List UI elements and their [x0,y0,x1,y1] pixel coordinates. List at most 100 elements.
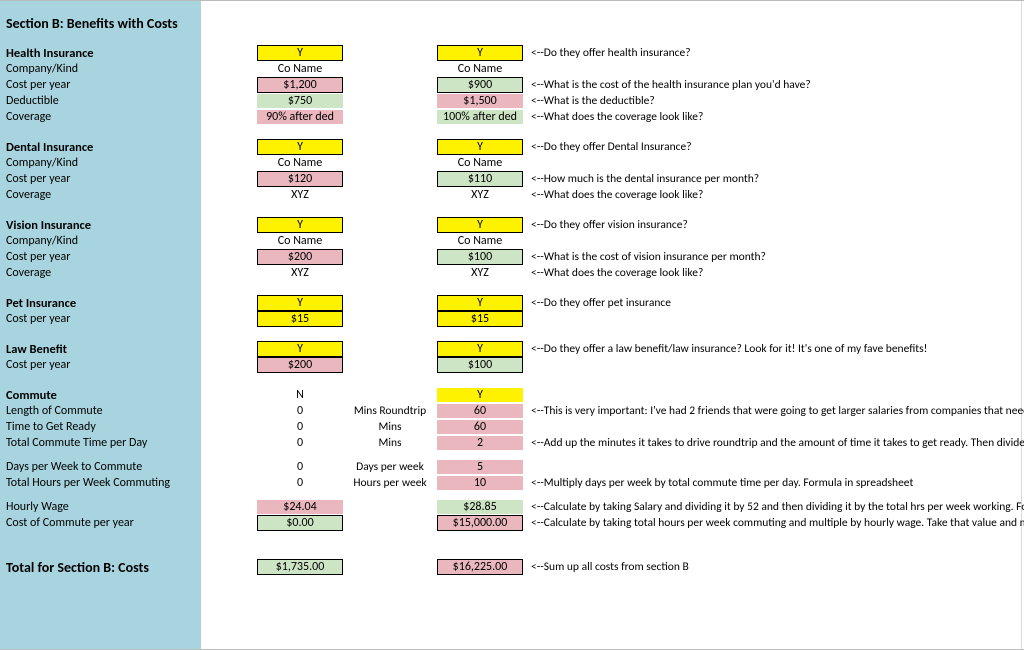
commute-hoursweek-unit: Hours per week [345,476,435,490]
total-note: <--Sum up all costs from section B [531,560,1024,574]
vision-coverage-a[interactable]: XYZ [255,266,345,280]
commute-daysweek-a[interactable]: 0 [255,460,345,474]
health-deductible-label: Deductible [0,94,200,108]
health-offer-b[interactable]: Y [437,45,523,61]
dental-cost-b[interactable]: $110 [437,171,523,187]
dental-offer-a[interactable]: Y [257,139,343,155]
vision-offer-b[interactable]: Y [437,217,523,233]
dental-coverage-b[interactable]: XYZ [435,188,525,202]
vision-offer-a[interactable]: Y [257,217,343,233]
total-a[interactable]: $1,735.00 [257,559,343,575]
law-header: Law Benefit [0,342,200,357]
total-b[interactable]: $16,225.00 [437,559,523,575]
dental-cost-label: Cost per year [0,172,200,186]
dental-cost-note: <--How much is the dental insurance per … [531,172,1024,186]
law-offer-a[interactable]: Y [257,341,343,357]
commute-hoursweek-b[interactable]: 10 [437,476,523,490]
commute-length-b[interactable]: 60 [437,404,523,418]
law-cost-b[interactable]: $100 [437,357,523,373]
commute-length-note: <--This is very important: I've had 2 fr… [531,404,1024,418]
pet-offer-a[interactable]: Y [257,295,343,311]
dental-company-label: Company/Kind [0,156,200,170]
commute-cost-note: <--Calculate by taking total hours per w… [531,516,1024,530]
commute-ready-label: Time to Get Ready [0,420,200,434]
commute-totalday-unit: Mins [345,436,435,450]
health-offer-note: <--Do they offer health insurance? [531,46,1024,60]
dental-header: Dental Insurance [0,140,200,155]
law-offer-note: <--Do they offer a law benefit/law insur… [531,342,1024,356]
commute-offer-a[interactable]: N [255,388,345,402]
law-offer-b[interactable]: Y [437,341,523,357]
vision-company-b[interactable]: Co Name [435,234,525,248]
pet-offer-note: <--Do they offer pet insurance [531,296,1024,310]
health-deductible-a[interactable]: $750 [257,94,343,108]
dental-coverage-label: Coverage [0,188,200,202]
commute-wage-label: Hourly Wage [0,500,200,514]
dental-offer-b[interactable]: Y [437,139,523,155]
health-cost-note: <--What is the cost of the health insura… [531,78,1024,92]
commute-length-unit: Mins Roundtrip [345,404,435,418]
health-offer-a[interactable]: Y [257,45,343,61]
vision-cost-note: <--What is the cost of vision insurance … [531,250,1024,264]
commute-length-label: Length of Commute [0,404,200,418]
vision-coverage-b[interactable]: XYZ [435,266,525,280]
commute-daysweek-label: Days per Week to Commute [0,460,200,474]
health-deductible-b[interactable]: $1,500 [437,94,523,108]
commute-hoursweek-label: Total Hours per Week Commuting [0,476,200,490]
pet-cost-b[interactable]: $15 [437,311,523,327]
commute-totalday-a[interactable]: 0 [255,436,345,450]
dental-cost-a[interactable]: $120 [257,171,343,187]
commute-header: Commute [0,388,200,403]
health-company-b[interactable]: Co Name [435,62,525,76]
pet-header: Pet Insurance [0,296,200,311]
commute-wage-a[interactable]: $24.04 [257,500,343,514]
commute-offer-b[interactable]: Y [437,388,523,402]
vision-company-label: Company/Kind [0,234,200,248]
health-coverage-b[interactable]: 100% after ded [437,110,523,124]
total-section-label: Total for Section B: Costs [0,559,200,576]
commute-totalday-label: Total Commute Time per Day [0,436,200,450]
dental-coverage-note: <--What does the coverage look like? [531,188,1024,202]
health-coverage-a[interactable]: 90% after ded [257,110,343,124]
commute-hoursweek-a[interactable]: 0 [255,476,345,490]
dental-coverage-a[interactable]: XYZ [255,188,345,202]
commute-hoursweek-note: <--Multiply days per week by total commu… [531,476,1024,490]
law-cost-a[interactable]: $200 [257,357,343,373]
health-header: Health Insurance [0,46,200,61]
vision-cost-b[interactable]: $100 [437,249,523,265]
vision-cost-a[interactable]: $200 [257,249,343,265]
pet-cost-a[interactable]: $15 [257,311,343,327]
dental-company-a[interactable]: Co Name [255,156,345,170]
vision-coverage-label: Coverage [0,266,200,280]
commute-totalday-b[interactable]: 2 [437,436,523,450]
commute-cost-a[interactable]: $0.00 [257,515,343,531]
commute-ready-a[interactable]: 0 [255,420,345,434]
health-deductible-note: <--What is the deductible? [531,94,1024,108]
commute-cost-label: Cost of Commute per year [0,516,200,530]
spreadsheet-sheet[interactable]: Section B: Benefits with Costs Health In… [0,0,1024,650]
health-company-a[interactable]: Co Name [255,62,345,76]
health-company-label: Company/Kind [0,62,200,76]
vision-company-a[interactable]: Co Name [255,234,345,248]
health-cost-b[interactable]: $900 [437,77,523,93]
commute-ready-b[interactable]: 60 [437,420,523,434]
commute-cost-b[interactable]: $15,000.00 [437,515,523,531]
commute-daysweek-unit: Days per week [345,460,435,474]
health-coverage-label: Coverage [0,110,200,124]
health-cost-a[interactable]: $1,200 [257,77,343,93]
health-coverage-note: <--What does the coverage look like? [531,110,1024,124]
section-title: Section B: Benefits with Costs [0,15,200,32]
dental-offer-note: <--Do they offer Dental Insurance? [531,140,1024,154]
commute-daysweek-b[interactable]: 5 [437,460,523,474]
commute-totalday-note: <--Add up the minutes it takes to drive … [531,436,1024,450]
commute-length-a[interactable]: 0 [255,404,345,418]
vision-coverage-note: <--What does the coverage look like? [531,266,1024,280]
dental-company-b[interactable]: Co Name [435,156,525,170]
pet-cost-label: Cost per year [0,312,200,326]
health-cost-label: Cost per year [0,78,200,92]
commute-wage-note: <--Calculate by taking Salary and dividi… [531,500,1024,514]
commute-wage-b[interactable]: $28.85 [437,500,523,514]
vision-cost-label: Cost per year [0,250,200,264]
vision-offer-note: <--Do they offer vision insurance? [531,218,1024,232]
pet-offer-b[interactable]: Y [437,295,523,311]
